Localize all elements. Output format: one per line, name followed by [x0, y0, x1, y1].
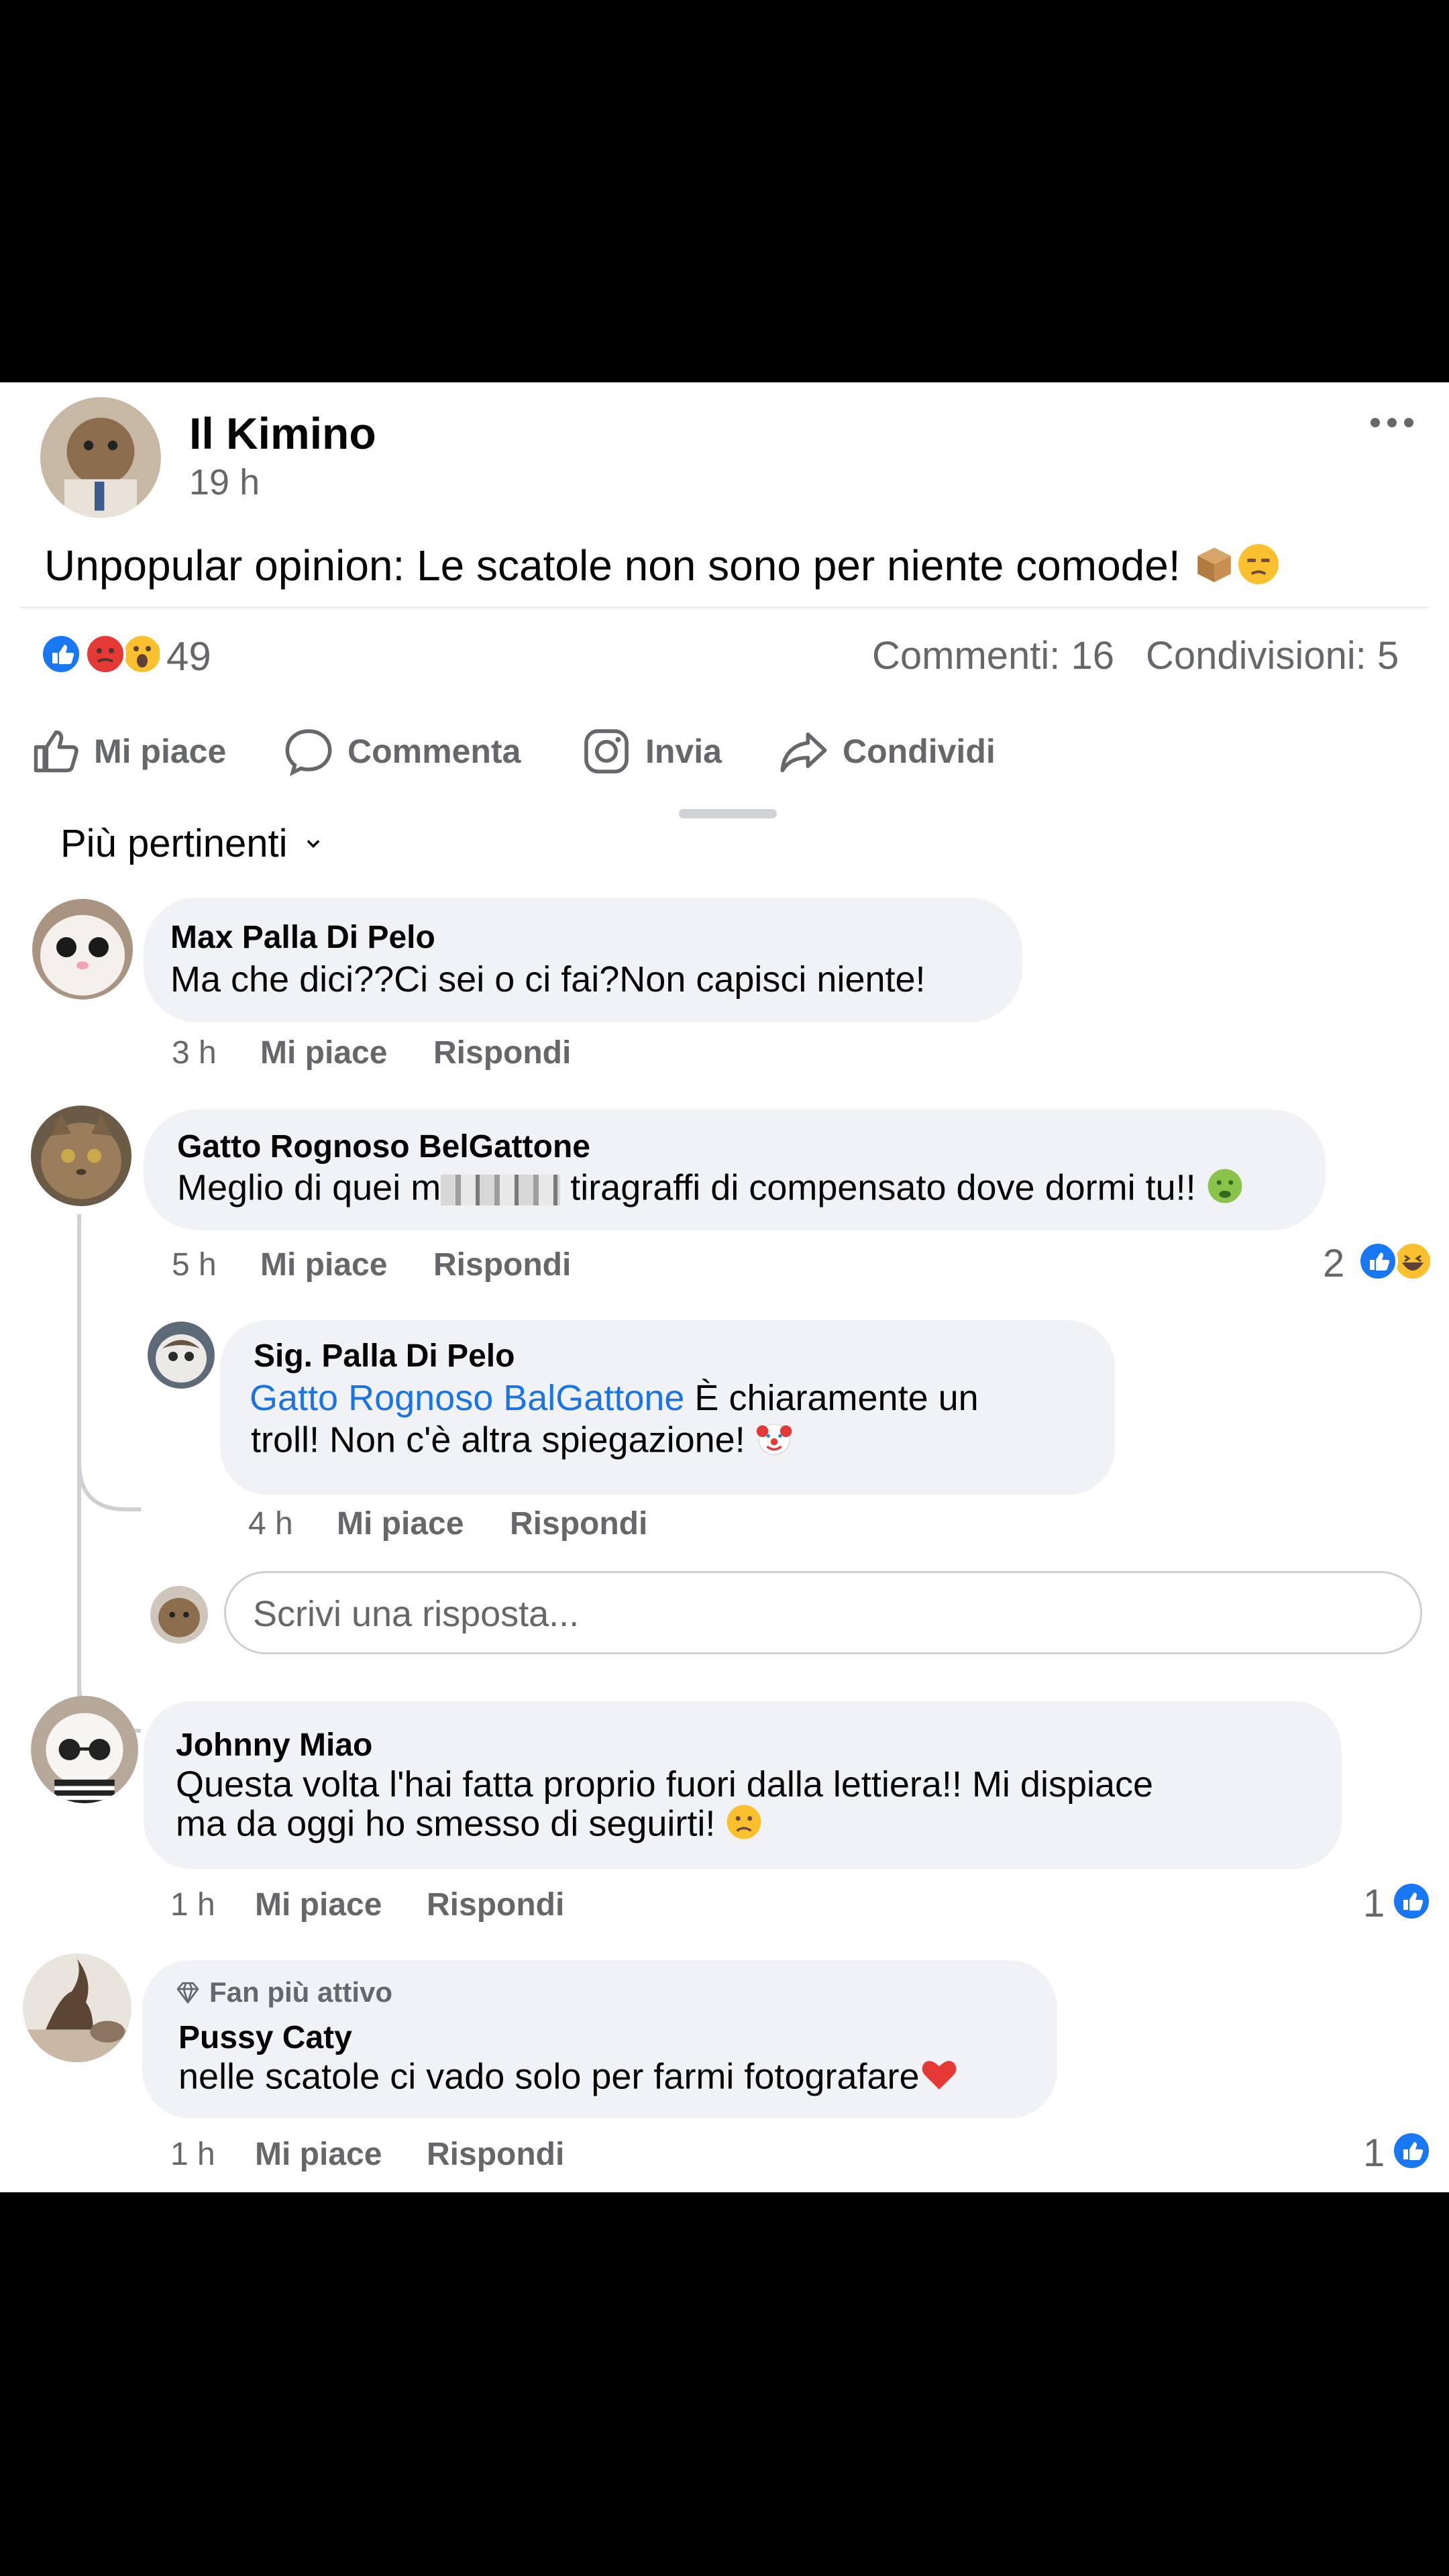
comment-like-button[interactable]: Mi piace	[260, 1034, 387, 1071]
comment-like-button[interactable]: Mi piace	[260, 1246, 387, 1283]
reply-time[interactable]: 4 h	[248, 1505, 293, 1542]
current-user-avatar	[150, 1586, 208, 1644]
comment-time[interactable]: 1 h	[170, 2136, 215, 2173]
thumbs-up-reaction-icon[interactable]	[1390, 1880, 1433, 1923]
comment-reply-button[interactable]: Rispondi	[427, 1886, 564, 1923]
comment-author[interactable]: Gatto Rognoso BelGattone	[177, 1128, 590, 1165]
reply-reply-button[interactable]: Rispondi	[510, 1505, 647, 1542]
sort-label: Più pertinenti	[60, 822, 288, 865]
reactions-count[interactable]: 49	[166, 633, 211, 680]
comment-author[interactable]: Johnny Miao	[176, 1727, 372, 1764]
comment-author[interactable]: Max Palla Di Pelo	[170, 919, 435, 956]
unamused-face-emoji-icon	[1236, 542, 1281, 596]
post-time[interactable]: 19 h	[189, 462, 260, 503]
comment-reactions[interactable]	[1356, 1240, 1436, 1283]
comment-text-line1: Questa volta l'hai fatta proprio fuori d…	[176, 1764, 1154, 1805]
thumbs-up-reaction-icon[interactable]	[1390, 2129, 1433, 2172]
reply-text-line2: troll! Non c'è altra spiegazione!	[251, 1419, 793, 1465]
reply-text-line1: Gatto Rognoso BalGattone È chiaramente u…	[250, 1378, 979, 1418]
reply-input[interactable]: Scrivi una risposta...	[224, 1571, 1422, 1654]
comment-reaction-count[interactable]: 1	[1363, 1881, 1385, 1926]
mention-link[interactable]: Gatto Rognoso BalGattone	[250, 1378, 684, 1418]
post-author-avatar[interactable]	[40, 397, 161, 518]
reply-avatar[interactable]	[148, 1322, 215, 1389]
comments-count[interactable]: Commenti: 16	[872, 633, 1114, 678]
post-text: Unpopular opinion: Le scatole non sono p…	[44, 541, 1181, 590]
avatar[interactable]	[23, 1953, 131, 2062]
like-button[interactable]: Mi piace	[30, 726, 226, 777]
red-heart-emoji-icon	[920, 2055, 959, 2102]
avatar[interactable]	[31, 1696, 138, 1803]
sort-selector[interactable]: Più pertinenti	[60, 821, 323, 866]
thumbs-up-icon	[34, 730, 78, 773]
reply-input-placeholder: Scrivi una risposta...	[253, 1594, 580, 1634]
comment-text-line: Meglio di quei m tiragraffi di compensat…	[177, 1167, 1244, 1213]
reaction-icons[interactable]	[39, 632, 163, 676]
comment-like-button[interactable]: Mi piace	[255, 2136, 382, 2173]
instagram-icon	[584, 729, 629, 773]
share-label: Condividi	[843, 733, 996, 770]
comment-text-line: nelle scatole ci vado solo per farmi fot…	[178, 2055, 959, 2102]
share-button[interactable]: Condividi	[778, 726, 996, 777]
comment-text-end: tiragraffi di compensato dove dormi tu!!	[560, 1167, 1196, 1208]
comment-reply-button[interactable]: Rispondi	[433, 1246, 571, 1283]
comment-text: nelle scatole ci vado solo per farmi fot…	[178, 2056, 920, 2097]
post-card: Il Kimino 19 h Unpopular opinion: Le sca…	[0, 382, 1449, 2192]
comment-text-line2: ma da oggi ho smesso di seguirti!	[176, 1803, 763, 1849]
comment-bubble-icon	[285, 729, 332, 776]
censored-word	[441, 1175, 561, 1205]
send-button[interactable]: Invia	[581, 726, 722, 777]
diamond-icon	[176, 1982, 199, 2004]
comment-time[interactable]: 5 h	[172, 1246, 217, 1283]
top-fan-badge[interactable]: Fan più attivo	[174, 1976, 392, 2008]
badge-label: Fan più attivo	[209, 1976, 392, 2008]
slightly-frowning-face-emoji-icon	[725, 1803, 763, 1849]
comment-reply-button[interactable]: Rispondi	[427, 2136, 564, 2173]
post-author-name[interactable]: Il Kimino	[189, 408, 376, 459]
thread-connector-line	[77, 1214, 141, 1733]
comment-time[interactable]: 3 h	[172, 1034, 217, 1071]
reply-text-end: troll! Non c'è altra spiegazione!	[251, 1419, 745, 1460]
chevron-down-icon	[307, 839, 319, 848]
shares-count[interactable]: Condivisioni: 5	[1146, 633, 1399, 678]
reply-like-button[interactable]: Mi piace	[337, 1505, 464, 1542]
share-arrow-icon	[780, 732, 827, 773]
comment-text: Ma che dici??Ci sei o ci fai?Non capisci…	[170, 959, 926, 1000]
comment-button[interactable]: Commenta	[283, 726, 521, 777]
post-text-line: Unpopular opinion: Le scatole non sono p…	[44, 541, 1281, 596]
divider	[20, 606, 1429, 608]
comment-author[interactable]: Pussy Caty	[178, 2019, 352, 2056]
send-label: Invia	[645, 733, 722, 770]
comment-reaction-count[interactable]: 1	[1363, 2131, 1385, 2176]
package-emoji-icon	[1192, 542, 1236, 596]
avatar[interactable]	[31, 1106, 131, 1206]
comment-reply-button[interactable]: Rispondi	[433, 1034, 571, 1071]
like-label: Mi piace	[94, 733, 227, 770]
nauseated-face-emoji-icon	[1206, 1167, 1244, 1213]
clown-face-emoji-icon	[755, 1419, 793, 1465]
reply-author[interactable]: Sig. Palla Di Pelo	[254, 1338, 515, 1375]
comment-time[interactable]: 1 h	[170, 1886, 215, 1923]
reply-text-start: È chiaramente un	[684, 1378, 979, 1418]
comment-label: Commenta	[347, 733, 521, 770]
avatar[interactable]	[32, 899, 133, 1000]
comment-like-button[interactable]: Mi piace	[255, 1886, 382, 1923]
comment-text-start: Meglio di quei m	[177, 1167, 441, 1208]
drag-handle[interactable]	[679, 809, 777, 818]
more-options-icon[interactable]	[1368, 416, 1415, 429]
comment-text-end: ma da oggi ho smesso di seguirti!	[176, 1803, 716, 1844]
comment-reaction-count[interactable]: 2	[1323, 1241, 1344, 1286]
